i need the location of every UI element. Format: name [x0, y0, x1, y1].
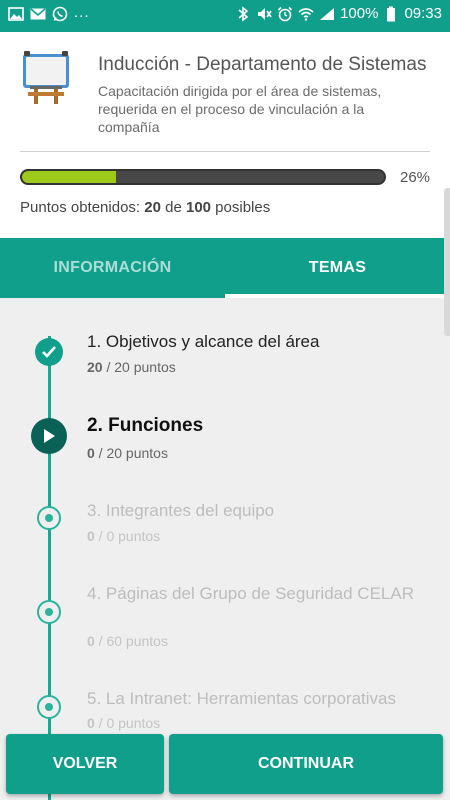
whiteboard-icon — [22, 48, 70, 106]
progress-percentage: 26% — [400, 169, 431, 186]
topic-points-3: 0 / 0 puntos — [87, 528, 160, 544]
mail-icon — [30, 6, 46, 22]
locked-topic-dot-icon — [37, 695, 61, 719]
tab-informacion[interactable]: INFORMACIÓN — [0, 238, 225, 298]
points-suffix: posibles — [211, 199, 271, 216]
topic-points-5: 0 / 0 puntos — [87, 715, 160, 731]
topic-earned-5: 0 — [87, 715, 95, 731]
topic-possible-2: / 20 puntos — [94, 445, 168, 461]
alarm-icon — [277, 6, 293, 22]
topic-title-3: 3. Integrantes del equipo — [87, 501, 275, 520]
signal-icon — [319, 6, 335, 22]
topic-earned-1: 20 — [87, 359, 103, 375]
tab-bar: INFORMACIÓN TEMAS — [0, 238, 450, 298]
back-button[interactable]: VOLVER — [6, 734, 164, 794]
topic-title-1[interactable]: 1. Objetivos y alcance del área — [87, 331, 427, 353]
more-notifications: ... — [74, 3, 90, 21]
battery-icon — [383, 6, 399, 22]
topic-possible-1: / 20 puntos — [102, 359, 176, 375]
topic-possible-5: / 0 puntos — [94, 715, 161, 731]
battery-level: 100% — [340, 5, 379, 22]
topic-title-5: 5. La Intranet: Herramientas corporativa… — [87, 689, 396, 708]
topic-title-4: 4. Páginas del Grupo de Seguridad CELAR — [87, 584, 414, 603]
course-progress-fill — [22, 171, 117, 183]
locked-topic-dot-icon — [37, 600, 61, 624]
topics-list: 1. Objetivos y alcance del área 20 / 20 … — [0, 298, 450, 800]
whatsapp-icon — [52, 6, 68, 22]
topic-possible-3: / 0 puntos — [94, 528, 161, 544]
points-total: 100 — [185, 199, 212, 216]
course-progress-bar — [20, 169, 386, 185]
points-middle: de — [160, 199, 186, 216]
course-description: Capacitación dirigida por el área de sis… — [98, 83, 382, 135]
play-icon — [31, 418, 67, 454]
timeline-line — [48, 336, 51, 800]
wifi-icon — [298, 6, 314, 22]
tab-temas[interactable]: TEMAS — [225, 238, 450, 298]
topic-earned-4: 0 — [87, 633, 95, 649]
status-left: ... — [8, 3, 90, 22]
course-header: Inducción - Departamento de Sistemas Cap… — [0, 32, 450, 238]
topic-possible-4: / 60 puntos — [94, 633, 168, 649]
check-icon — [35, 338, 63, 366]
topic-points-4: 0 / 60 puntos — [87, 633, 168, 649]
topic-title-2[interactable]: 2. Funciones — [87, 415, 427, 437]
continue-button[interactable]: CONTINUAR — [169, 734, 443, 794]
image-icon — [8, 6, 24, 22]
topic-points-2: 0 / 20 puntos — [87, 445, 168, 461]
status-bar: ... 100% 09:33 — [0, 0, 450, 32]
header-divider — [20, 151, 430, 152]
edge-panel-handle[interactable] — [444, 188, 450, 336]
points-summary: Puntos obtenidos: 20 de 100 posibles — [20, 199, 270, 216]
topic-earned-3: 0 — [87, 528, 95, 544]
course-title: Inducción - Departamento de Sistemas — [98, 54, 427, 75]
bluetooth-icon — [235, 5, 251, 22]
topic-earned-2: 0 — [87, 445, 95, 461]
points-obtained: 20 — [144, 199, 161, 216]
topic-points-1: 20 / 20 puntos — [87, 359, 176, 375]
status-right: 100% 09:33 — [235, 5, 442, 22]
mute-icon — [256, 6, 272, 22]
points-prefix: Puntos obtenidos: — [20, 199, 145, 216]
clock: 09:33 — [404, 5, 442, 22]
locked-topic-dot-icon — [37, 506, 61, 530]
